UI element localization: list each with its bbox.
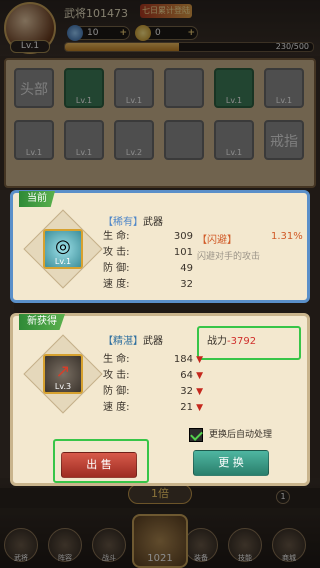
current-item-icon[interactable]: ◎ Lv.1 xyxy=(43,229,83,269)
decrease-arrow-icon: ▼ xyxy=(196,387,203,397)
stat-row: 速 度: 21 ▼ xyxy=(103,400,203,416)
stat-label: 速 度: xyxy=(103,279,130,290)
new-item-level: Lv.3 xyxy=(54,382,72,391)
new-item-icon[interactable]: ↗ Lv.3 xyxy=(43,354,83,394)
stat-label: 速 度: xyxy=(103,402,130,413)
current-special: 【闪避】 1.31% 闪避对手的攻击 xyxy=(197,231,307,262)
new-item-quality: 【精湛】 xyxy=(103,336,143,347)
stat-row: 生 命: 184 ▼ xyxy=(103,352,203,368)
stat-label: 生 命: xyxy=(103,354,130,365)
stat-row: 防 御: 32 ▼ xyxy=(103,384,203,400)
stat-row: 攻 击: 101 xyxy=(103,245,193,261)
stat-label: 生 命: xyxy=(103,231,130,242)
stat-value: 64 xyxy=(180,370,193,381)
swap-button[interactable]: 更 换 xyxy=(193,450,269,476)
stat-value: 32 xyxy=(180,279,193,290)
stat-row: 攻 击: 64 ▼ xyxy=(103,368,203,384)
current-equipment-card: 当前 ◎ Lv.1 【稀有】武器 生 命: 309 攻 击: 101 防 御: 49 速 度… xyxy=(10,190,310,303)
sell-button[interactable]: 出 售 xyxy=(61,452,137,478)
auto-process-checkbox[interactable] xyxy=(189,428,203,442)
new-stats: 生 命: 184 ▼ 攻 击: 64 ▼ 防 御: 32 ▼ 速 度: 21 ▼ xyxy=(103,352,203,416)
decrease-arrow-icon: ▼ xyxy=(196,403,203,413)
stat-value: 32 xyxy=(180,386,193,397)
special-desc: 闪避对手的攻击 xyxy=(197,252,261,262)
stat-row: 生 命: 309 xyxy=(103,229,193,245)
special-percent: 1.31% xyxy=(271,231,303,242)
stat-label: 防 御: xyxy=(103,263,130,274)
current-item-quality: 【稀有】 xyxy=(103,217,143,228)
stat-row: 速 度: 32 xyxy=(103,277,193,293)
new-equipment-card: 新获得 ↗ Lv.3 【精湛】武器 战力-3792 生 命: 184 ▼ 攻 击: 64… xyxy=(10,313,310,486)
stat-value: 49 xyxy=(180,263,193,274)
new-item-name: 【精湛】武器 xyxy=(103,332,163,347)
new-tag: 新获得 xyxy=(19,314,65,330)
stat-label: 攻 击: xyxy=(103,370,130,381)
decrease-arrow-icon: ▼ xyxy=(196,371,203,381)
current-item-level: Lv.1 xyxy=(54,257,72,266)
stat-value: 101 xyxy=(173,247,193,258)
auto-process-label: 更换后自动处理 xyxy=(209,430,273,440)
stat-label: 防 御: xyxy=(103,386,130,397)
current-tag: 当前 xyxy=(19,191,55,207)
decrease-arrow-icon: ▼ xyxy=(196,355,203,365)
stat-value: 309 xyxy=(173,231,193,242)
power-label: 战力 xyxy=(207,336,227,347)
power-box: 战力-3792 xyxy=(197,326,301,360)
current-item-name: 【稀有】武器 xyxy=(103,213,163,228)
stat-row: 防 御: 49 xyxy=(103,261,193,277)
spear-weapon-icon: ↗ xyxy=(55,361,71,382)
stat-label: 攻 击: xyxy=(103,247,130,258)
current-item-type: 武器 xyxy=(143,217,163,228)
power-value: -3792 xyxy=(227,336,257,347)
new-item-type: 武器 xyxy=(143,336,163,347)
stat-value: 21 xyxy=(180,402,193,413)
special-title: 【闪避】 xyxy=(197,235,237,246)
current-stats: 生 命: 309 攻 击: 101 防 御: 49 速 度: 32 xyxy=(103,229,193,293)
ring-weapon-icon: ◎ xyxy=(55,236,71,257)
stat-value: 184 xyxy=(173,354,193,365)
